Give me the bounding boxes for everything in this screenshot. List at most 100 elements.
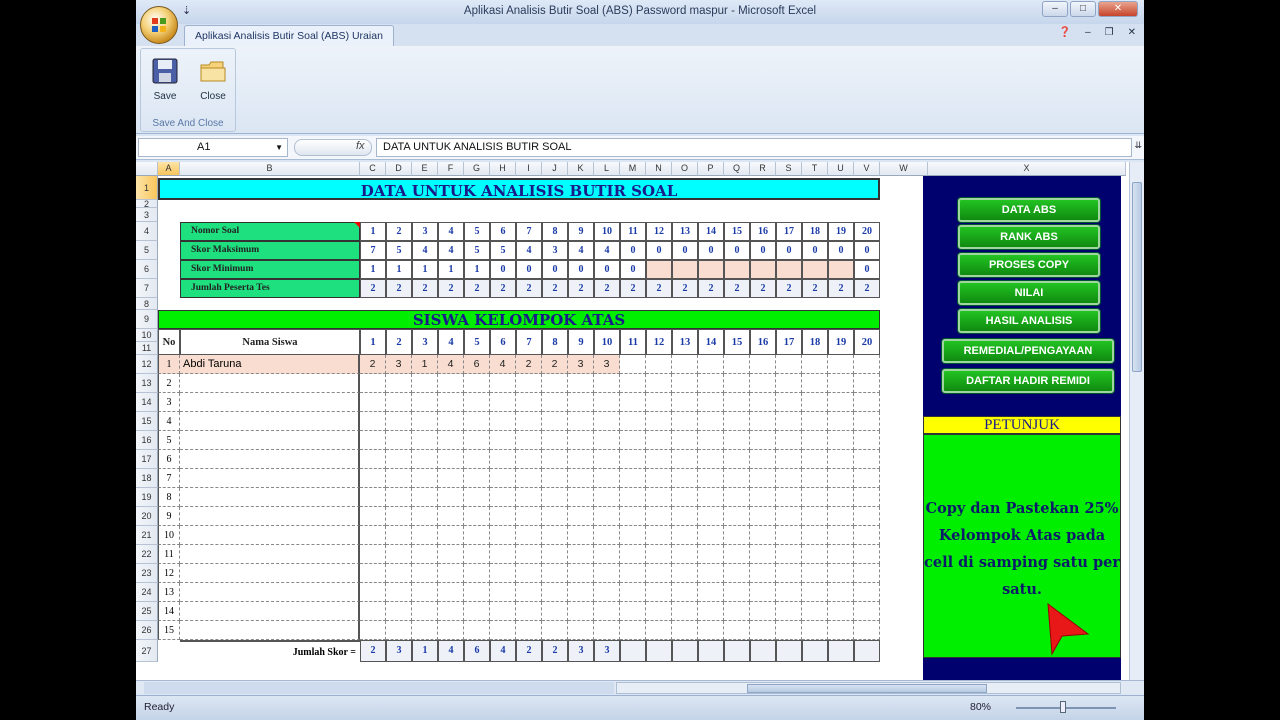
score-cell[interactable] bbox=[360, 583, 386, 602]
score-cell[interactable] bbox=[594, 431, 620, 450]
score-cell[interactable] bbox=[594, 621, 620, 640]
score-cell[interactable] bbox=[698, 450, 724, 469]
student-name[interactable] bbox=[180, 545, 360, 564]
score-cell[interactable] bbox=[386, 374, 412, 393]
column-header[interactable]: G bbox=[464, 162, 490, 176]
score-cell[interactable] bbox=[438, 431, 464, 450]
score-cell[interactable] bbox=[672, 583, 698, 602]
info-value[interactable]: 2 bbox=[776, 279, 802, 298]
score-cell[interactable] bbox=[750, 602, 776, 621]
item-column-header[interactable]: 4 bbox=[438, 329, 464, 355]
score-cell[interactable] bbox=[698, 412, 724, 431]
score-cell[interactable] bbox=[854, 412, 880, 431]
score-cell[interactable] bbox=[438, 374, 464, 393]
horizontal-scrollbar[interactable] bbox=[616, 682, 1121, 694]
info-value[interactable]: 2 bbox=[802, 279, 828, 298]
total-cell[interactable]: 2 bbox=[360, 640, 386, 662]
info-value[interactable] bbox=[646, 260, 672, 279]
score-cell[interactable] bbox=[828, 393, 854, 412]
row-header[interactable]: 16 bbox=[136, 431, 158, 450]
score-cell[interactable] bbox=[438, 469, 464, 488]
score-cell[interactable] bbox=[594, 393, 620, 412]
score-cell[interactable] bbox=[386, 545, 412, 564]
column-header[interactable]: F bbox=[438, 162, 464, 176]
score-cell[interactable] bbox=[360, 450, 386, 469]
score-cell[interactable] bbox=[542, 393, 568, 412]
score-cell[interactable] bbox=[750, 583, 776, 602]
column-header[interactable]: V bbox=[854, 162, 880, 176]
score-cell[interactable] bbox=[776, 431, 802, 450]
row-header[interactable]: 15 bbox=[136, 412, 158, 431]
score-cell[interactable] bbox=[698, 564, 724, 583]
column-header[interactable]: C bbox=[360, 162, 386, 176]
no-column-header[interactable]: No bbox=[158, 329, 180, 355]
info-label[interactable]: Skor Minimum bbox=[180, 260, 360, 279]
score-cell[interactable] bbox=[568, 374, 594, 393]
row-header[interactable]: 4 bbox=[136, 222, 158, 241]
score-cell[interactable] bbox=[802, 355, 828, 374]
score-cell[interactable] bbox=[594, 488, 620, 507]
total-cell[interactable]: 2 bbox=[542, 640, 568, 662]
score-cell[interactable] bbox=[802, 431, 828, 450]
score-cell[interactable] bbox=[802, 412, 828, 431]
column-header[interactable]: W bbox=[880, 162, 928, 176]
score-cell[interactable] bbox=[672, 450, 698, 469]
info-value[interactable]: 0 bbox=[750, 241, 776, 260]
score-cell[interactable] bbox=[412, 602, 438, 621]
item-column-header[interactable]: 3 bbox=[412, 329, 438, 355]
score-cell[interactable] bbox=[386, 564, 412, 583]
info-value[interactable]: 6 bbox=[490, 222, 516, 241]
score-cell[interactable]: 2 bbox=[360, 355, 386, 374]
info-value[interactable]: 0 bbox=[802, 241, 828, 260]
score-cell[interactable] bbox=[464, 450, 490, 469]
score-cell[interactable] bbox=[568, 488, 594, 507]
score-cell[interactable] bbox=[516, 545, 542, 564]
score-cell[interactable] bbox=[542, 450, 568, 469]
score-cell[interactable] bbox=[490, 621, 516, 640]
vertical-scrollbar[interactable] bbox=[1129, 162, 1144, 680]
score-cell[interactable] bbox=[776, 469, 802, 488]
row-header[interactable]: 17 bbox=[136, 450, 158, 469]
score-cell[interactable] bbox=[802, 526, 828, 545]
row-header[interactable]: 23 bbox=[136, 564, 158, 583]
score-cell[interactable] bbox=[386, 507, 412, 526]
score-cell[interactable] bbox=[490, 469, 516, 488]
column-header[interactable]: R bbox=[750, 162, 776, 176]
score-cell[interactable] bbox=[802, 393, 828, 412]
column-header[interactable]: E bbox=[412, 162, 438, 176]
score-cell[interactable] bbox=[438, 412, 464, 431]
info-value[interactable] bbox=[828, 260, 854, 279]
rank-abs-button[interactable]: RANK ABS bbox=[958, 225, 1100, 249]
score-cell[interactable] bbox=[802, 488, 828, 507]
data-abs-button[interactable]: DATA ABS bbox=[958, 198, 1100, 222]
name-box[interactable]: A1 ▼ bbox=[138, 138, 288, 157]
score-cell[interactable] bbox=[750, 374, 776, 393]
score-cell[interactable] bbox=[776, 545, 802, 564]
column-header[interactable]: D bbox=[386, 162, 412, 176]
info-value[interactable]: 1 bbox=[360, 222, 386, 241]
student-name[interactable]: Abdi Taruna bbox=[180, 355, 360, 374]
row-header[interactable]: 24 bbox=[136, 583, 158, 602]
score-cell[interactable] bbox=[620, 545, 646, 564]
score-cell[interactable] bbox=[620, 602, 646, 621]
info-value[interactable] bbox=[724, 260, 750, 279]
score-cell[interactable] bbox=[828, 374, 854, 393]
score-cell[interactable] bbox=[386, 583, 412, 602]
info-value[interactable]: 0 bbox=[620, 241, 646, 260]
score-cell[interactable] bbox=[542, 488, 568, 507]
score-cell[interactable] bbox=[620, 526, 646, 545]
total-cell[interactable] bbox=[646, 640, 672, 662]
score-cell[interactable]: 4 bbox=[490, 355, 516, 374]
score-cell[interactable] bbox=[646, 488, 672, 507]
score-cell[interactable] bbox=[854, 526, 880, 545]
score-cell[interactable] bbox=[386, 393, 412, 412]
student-name[interactable] bbox=[180, 393, 360, 412]
score-cell[interactable] bbox=[620, 412, 646, 431]
office-button[interactable] bbox=[140, 6, 178, 44]
item-column-header[interactable]: 8 bbox=[542, 329, 568, 355]
score-cell[interactable] bbox=[438, 488, 464, 507]
score-cell[interactable] bbox=[464, 583, 490, 602]
score-cell[interactable] bbox=[750, 526, 776, 545]
info-value[interactable]: 2 bbox=[464, 279, 490, 298]
row-header[interactable]: 5 bbox=[136, 241, 158, 260]
